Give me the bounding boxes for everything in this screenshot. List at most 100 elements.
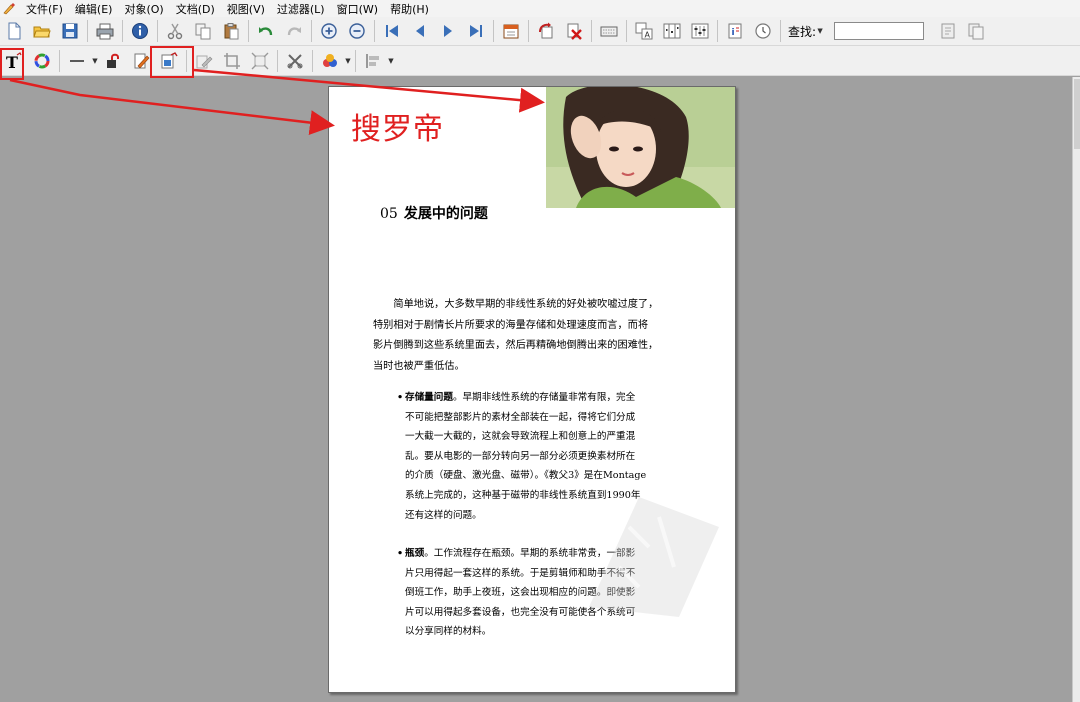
chapter-heading: 05 发展中的问题 xyxy=(380,203,488,223)
resize-button[interactable] xyxy=(248,49,272,73)
print-button[interactable] xyxy=(93,19,117,43)
chevron-down-icon: ▼ xyxy=(817,27,823,35)
chapter-title: 发展中的问题 xyxy=(403,206,488,222)
find-previous-button[interactable] xyxy=(936,19,960,43)
shape-fill-icon xyxy=(323,53,337,67)
keyboard-button[interactable] xyxy=(597,19,621,43)
menu-edit[interactable]: 编辑(E) xyxy=(69,1,119,17)
bullet-line: 的介质（硬盘、激光盘、磁带）。《教父3》是在Montage xyxy=(405,470,647,482)
find-next-button[interactable] xyxy=(964,19,988,43)
toolbar-separator xyxy=(122,20,123,42)
text-format-icon: A xyxy=(635,22,653,40)
first-page-button[interactable] xyxy=(380,19,404,43)
bullet-lead: 存储量问题 xyxy=(405,392,453,403)
columns-button[interactable] xyxy=(660,19,684,43)
illustration-image[interactable] xyxy=(546,87,736,208)
line-tool-icon xyxy=(70,59,84,62)
page-properties-icon: i xyxy=(728,23,742,39)
rotate-page-button[interactable] xyxy=(534,19,558,43)
printer-icon xyxy=(96,23,114,40)
align-button[interactable] xyxy=(361,49,385,73)
levels-button[interactable] xyxy=(688,19,712,43)
color-tool-button[interactable] xyxy=(30,49,54,73)
menu-view[interactable]: 视图(V) xyxy=(221,1,271,17)
menu-object[interactable]: 对象(O) xyxy=(118,1,169,17)
unlock-button[interactable] xyxy=(101,49,125,73)
shape-fill-button[interactable] xyxy=(318,49,342,73)
document-page[interactable]: 05 发展中的问题 简单地说，大多数早期的非线性系统的好处被吹嘘过度了， 特别相对… xyxy=(328,86,736,693)
undo-arrow-icon xyxy=(259,27,273,36)
zoom-out-button[interactable] xyxy=(345,19,369,43)
scrollbar-thumb[interactable] xyxy=(1074,79,1080,149)
scissors-icon xyxy=(167,23,183,40)
line-tool-button[interactable] xyxy=(65,49,89,73)
color-wheel-icon xyxy=(34,53,50,68)
delete-page-button[interactable] xyxy=(562,19,586,43)
last-page-button[interactable] xyxy=(464,19,488,43)
toolbar-separator xyxy=(717,20,718,42)
new-document-icon xyxy=(8,22,21,40)
shape-fill-dropdown[interactable]: ▼ xyxy=(344,49,352,73)
toolbar-separator xyxy=(493,20,494,42)
app-logo-icon xyxy=(3,2,15,14)
menu-help[interactable]: 帮助(H) xyxy=(384,1,435,17)
cut-button[interactable] xyxy=(163,19,187,43)
undo-button[interactable] xyxy=(254,19,278,43)
menu-filter[interactable]: 过滤器(L) xyxy=(271,1,331,17)
menu-window[interactable]: 窗口(W) xyxy=(331,1,384,17)
menu-bar: 文件(F) 编辑(E) 对象(O) 文档(D) 视图(V) 过滤器(L) 窗口(… xyxy=(0,0,1080,17)
annotation-label: 搜罗帝 xyxy=(351,112,444,147)
image-tool-highlight xyxy=(150,46,194,78)
bullet-line: 以分享同样的材料。 xyxy=(405,626,492,638)
toolbar-separator xyxy=(312,49,313,72)
resize-icon xyxy=(251,52,269,69)
find-options-dropdown[interactable]: ▼ xyxy=(816,19,824,43)
chevron-down-icon: ▼ xyxy=(345,56,351,65)
toolbar-separator xyxy=(591,20,592,42)
toolbar-separator xyxy=(277,49,278,72)
crop-button[interactable] xyxy=(220,49,244,73)
clock-icon xyxy=(755,23,771,39)
menu-file[interactable]: 文件(F) xyxy=(20,1,69,17)
previous-page-icon xyxy=(416,25,424,37)
calendar-button[interactable] xyxy=(499,19,523,43)
info-button[interactable] xyxy=(128,19,152,43)
find-label: 查找: xyxy=(788,24,817,39)
vertical-scrollbar[interactable] xyxy=(1072,77,1080,702)
page-properties-button[interactable]: i xyxy=(723,19,747,43)
bullet-line: 不可能把整部影片的素材全部装在一起，得将它们分成 xyxy=(405,411,636,423)
bullet-line: 乱。要从电影的一部分转向另一部分必须更换素材所在 xyxy=(405,450,636,462)
paste-clipboard-icon xyxy=(224,23,239,40)
zoom-in-button[interactable] xyxy=(317,19,341,43)
paragraph-line: 影片倒腾到这些系统里面去，然后再精确地倒腾出来的困难性， xyxy=(373,340,659,351)
align-dropdown[interactable]: ▼ xyxy=(387,49,395,73)
menu-document[interactable]: 文档(D) xyxy=(170,1,221,17)
paragraph-line: 简单地说，大多数早期的非线性系统的好处被吹嘘过度了， xyxy=(393,299,659,310)
bullet-dot: • xyxy=(397,548,404,559)
remove-object-button[interactable] xyxy=(283,49,307,73)
timer-button[interactable] xyxy=(751,19,775,43)
find-input[interactable] xyxy=(834,22,925,40)
chapter-number: 05 xyxy=(380,206,398,222)
copy-button[interactable] xyxy=(191,19,215,43)
main-toolbar: A i 查找: ▼ xyxy=(0,17,1080,46)
open-file-button[interactable] xyxy=(30,19,54,43)
save-button[interactable] xyxy=(58,19,82,43)
paragraph-line: 特别相对于剧情长片所要求的海量存储和处理速度而言，而将 xyxy=(373,319,649,331)
toolbar-separator xyxy=(355,49,356,72)
line-tool-dropdown[interactable]: ▼ xyxy=(91,49,99,73)
last-page-icon xyxy=(470,25,482,37)
bullet-lead: 瓶颈 xyxy=(405,548,425,559)
paste-button[interactable] xyxy=(219,19,243,43)
edit-page-icon xyxy=(134,53,150,68)
text-format-button[interactable]: A xyxy=(632,19,656,43)
find-previous-icon xyxy=(941,23,955,39)
chevron-down-icon: ▼ xyxy=(92,56,98,65)
previous-page-button[interactable] xyxy=(408,19,432,43)
edit-object-button[interactable] xyxy=(192,49,216,73)
new-document-button[interactable] xyxy=(2,19,26,43)
delete-page-icon xyxy=(567,23,582,40)
redo-button[interactable] xyxy=(282,19,306,43)
next-page-button[interactable] xyxy=(436,19,460,43)
crop-icon xyxy=(224,52,240,69)
